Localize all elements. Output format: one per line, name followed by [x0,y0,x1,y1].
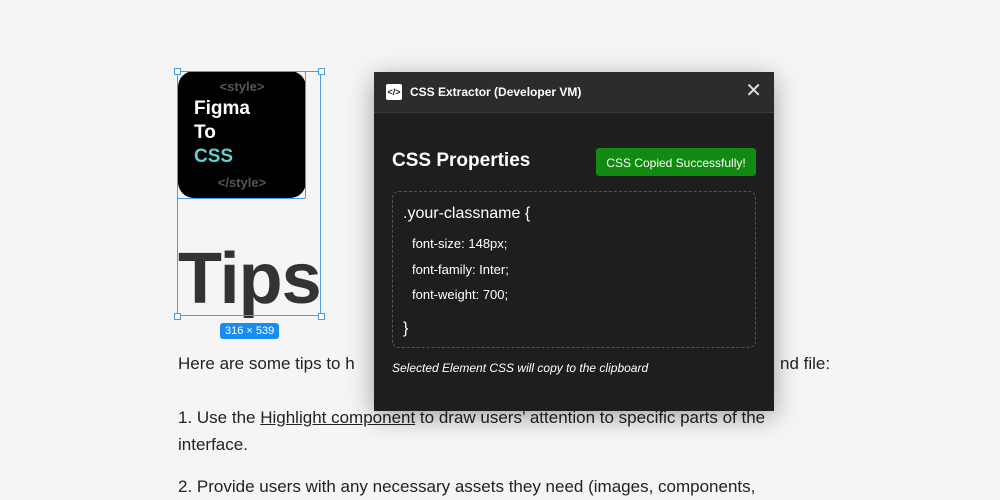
css-property: font-weight: 700; [412,287,509,302]
intro-text-left: Here are some tips to h [178,354,355,373]
resize-handle-br[interactable] [318,313,325,320]
clipboard-note: Selected Element CSS will copy to the cl… [392,361,649,375]
css-code-block[interactable]: .your-classname { font-size: 148px; font… [392,191,756,348]
tip-item-2: 2. Provide users with any necessary asse… [178,477,756,496]
tip-item-1-line2: interface. [178,435,248,454]
size-badge: 316 × 539 [220,323,280,339]
copy-status-button[interactable]: CSS Copied Successfully! [596,148,756,176]
css-properties-heading: CSS Properties [392,150,531,171]
css-extractor-dialog: </> CSS Extractor (Developer VM) ✕ CSS P… [374,72,774,411]
resize-handle-tr[interactable] [318,68,325,75]
dialog-title: CSS Extractor (Developer VM) [410,85,582,99]
code-icon: </> [386,84,402,100]
tip-1-prefix: 1. Use the [178,408,261,427]
css-property: font-family: Inter; [412,262,509,277]
selection-box[interactable] [177,71,321,316]
css-property: font-size: 148px; [412,236,508,251]
tip-item-1: 1. Use the Highlight component to draw u… [178,408,765,428]
intro-text-right: nd file: [780,354,831,373]
close-icon[interactable]: ✕ [745,81,762,101]
css-close-brace: } [403,320,409,337]
resize-handle-bl[interactable] [174,313,181,320]
resize-handle-tl[interactable] [174,68,181,75]
dialog-header: </> CSS Extractor (Developer VM) ✕ [374,72,774,113]
css-selector: .your-classname { [403,205,531,222]
